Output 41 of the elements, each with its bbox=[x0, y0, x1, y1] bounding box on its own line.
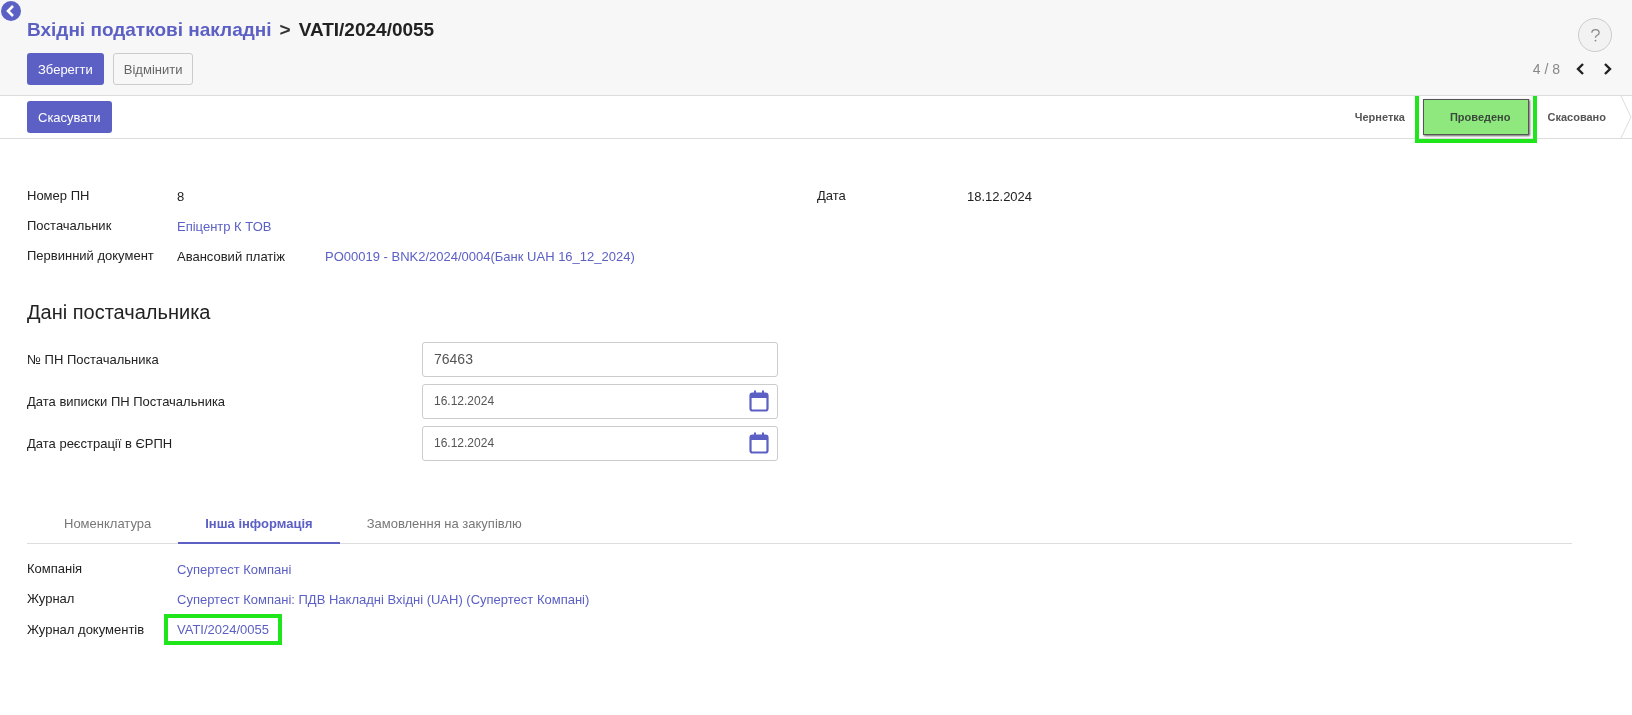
status-stage[interactable]: Проведено bbox=[1422, 99, 1530, 135]
field-label: Дата bbox=[817, 188, 847, 204]
input-field[interactable]: 76463 bbox=[422, 341, 778, 377]
calendar-icon[interactable] bbox=[749, 432, 769, 454]
field-label: № ПН Постачальника bbox=[27, 351, 160, 367]
notebook-tab[interactable]: Замовлення на закупівлю bbox=[339, 506, 549, 543]
field-label: Постачальник bbox=[27, 218, 113, 234]
field-label: Журнал документів bbox=[27, 621, 146, 638]
previous-icon[interactable] bbox=[1576, 63, 1586, 75]
field-label: Дата виписки ПН Постачальника bbox=[27, 393, 227, 409]
breadcrumb-link[interactable]: Вхідні податкові накладні bbox=[27, 19, 272, 41]
field-link[interactable]: Супертест Компані bbox=[177, 561, 292, 577]
field-value: Авансовий платіж bbox=[177, 248, 286, 264]
notebook-tab[interactable]: Номенклатура bbox=[37, 506, 179, 543]
field-label: Журнал bbox=[27, 591, 76, 607]
breadcrumb-separator: > bbox=[279, 19, 291, 41]
calendar-icon[interactable] bbox=[749, 390, 769, 412]
save-button[interactable]: Зберегти bbox=[27, 53, 104, 85]
record-title: VATI/2024/0055 bbox=[298, 19, 435, 41]
back-icon[interactable] bbox=[1, 1, 21, 21]
cancel-button[interactable]: Скасувати bbox=[27, 101, 112, 133]
next-icon[interactable] bbox=[1602, 63, 1612, 75]
discard-button[interactable]: Відмінити bbox=[112, 53, 194, 85]
status-stage[interactable]: Скасовано bbox=[1537, 100, 1616, 134]
field-label: Компанія bbox=[27, 561, 84, 577]
field-label: Номер ПН bbox=[27, 188, 91, 204]
question-mark-icon bbox=[1589, 27, 1601, 43]
field-link[interactable]: PO00019 - BNK2/2024/0004(Банк UAH 16_12_2024) bbox=[325, 248, 635, 264]
field-label: Дата реєстрації в ЄРПН bbox=[27, 435, 174, 451]
section-title: Дані постачальника bbox=[27, 301, 212, 324]
notebook-tab[interactable]: Інша інформація bbox=[178, 506, 340, 544]
status-stage[interactable]: Чернетка bbox=[1344, 100, 1415, 134]
pager-counter: 4 / 8 bbox=[1532, 61, 1560, 77]
field-label: Первинний документ bbox=[27, 248, 155, 264]
date-field[interactable]: 16.12.2024 bbox=[422, 383, 778, 419]
field-link[interactable]: Супертест Компані: ПДВ Накладні Вхідні (UAH) (Супертест Компані) bbox=[177, 591, 590, 607]
field-value: 8 bbox=[177, 188, 185, 204]
field-link[interactable]: Епіцентр К ТОВ bbox=[177, 218, 272, 234]
field-value: 18.12.2024 bbox=[967, 188, 1033, 204]
date-field[interactable]: 16.12.2024 bbox=[422, 425, 778, 461]
field-link[interactable]: VATI/2024/0055 bbox=[177, 622, 270, 637]
